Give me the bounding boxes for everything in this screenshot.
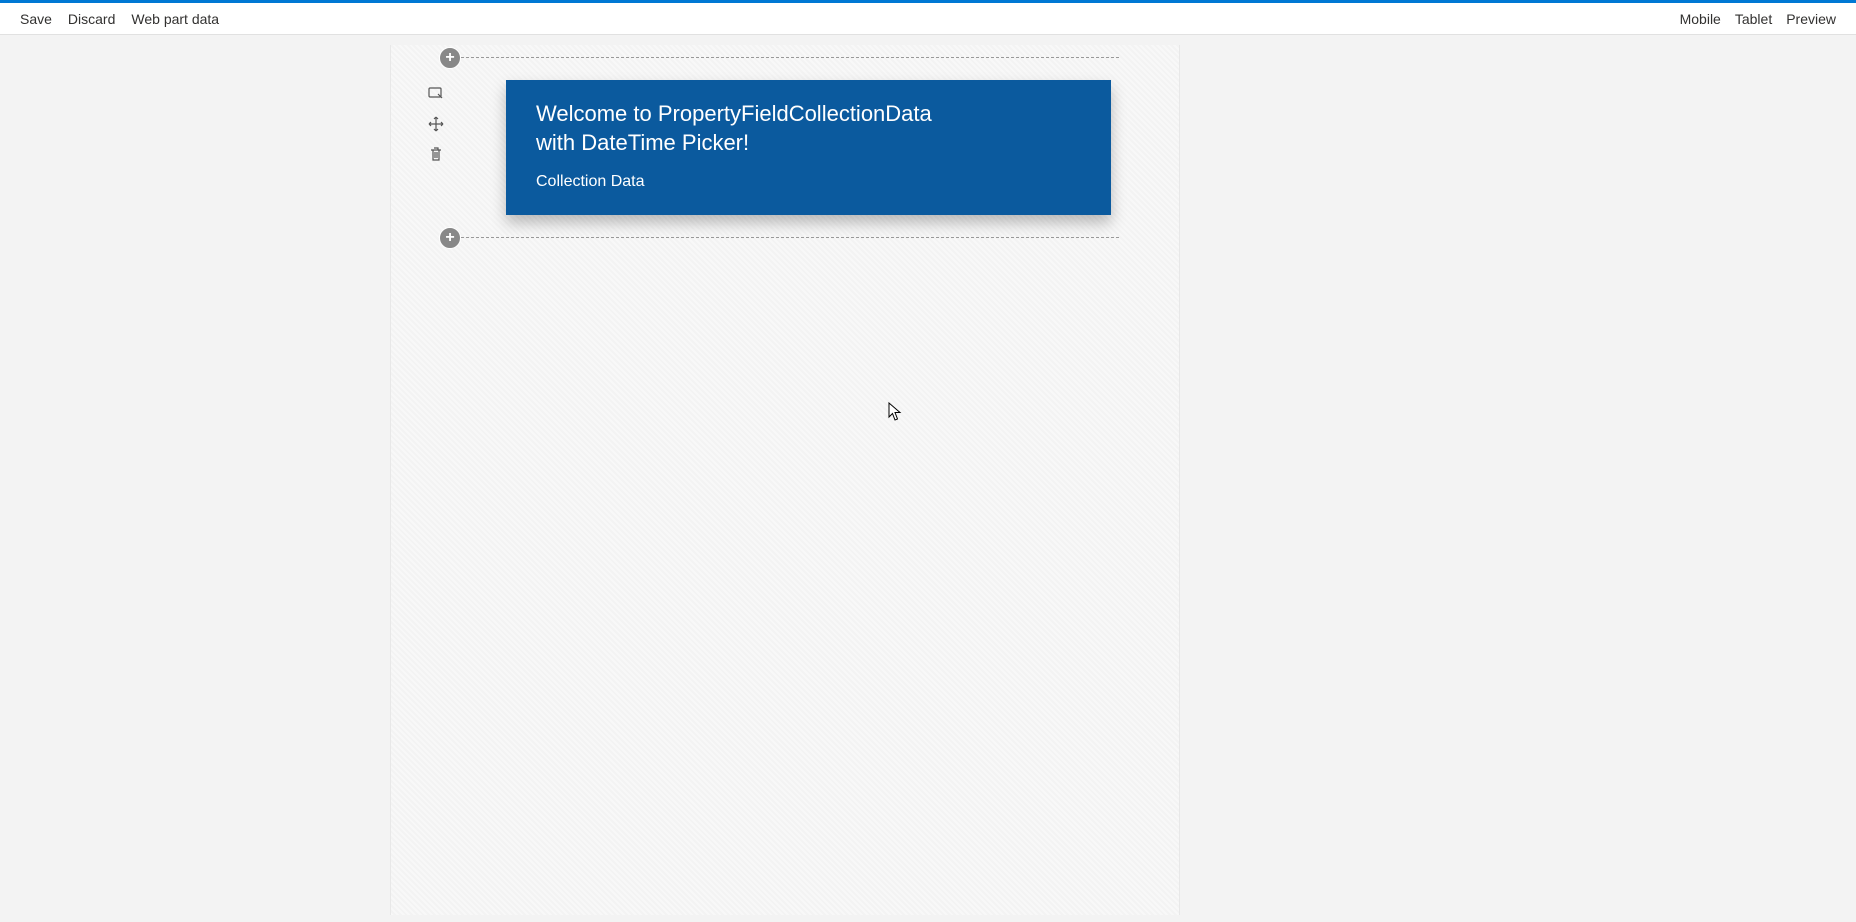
canvas-wrapper: Welcome to PropertyFieldCollectionData w… (0, 35, 1856, 915)
section-divider-top (451, 57, 1119, 58)
mobile-view-button[interactable]: Mobile (1680, 11, 1721, 27)
discard-button[interactable]: Discard (68, 11, 115, 27)
webpart-side-toolbar (421, 80, 451, 215)
command-bar-right: Mobile Tablet Preview (1680, 11, 1836, 27)
webpart-zone: Welcome to PropertyFieldCollectionData w… (391, 70, 1179, 225)
save-button[interactable]: Save (20, 11, 52, 27)
edit-icon[interactable] (428, 86, 444, 102)
webpart-data-button[interactable]: Web part data (131, 11, 219, 27)
webpart-card-wrapper: Welcome to PropertyFieldCollectionData w… (451, 80, 1119, 215)
command-bar: Save Discard Web part data Mobile Tablet… (0, 3, 1856, 35)
section-divider-bottom (451, 237, 1119, 238)
webpart-card[interactable]: Welcome to PropertyFieldCollectionData w… (506, 80, 1111, 215)
preview-button[interactable]: Preview (1786, 11, 1836, 27)
webpart-subtitle: Collection Data (536, 173, 1081, 191)
delete-icon[interactable] (428, 146, 444, 162)
add-section-button-bottom[interactable] (439, 227, 461, 249)
add-section-button-top[interactable] (439, 47, 461, 69)
page-canvas: Welcome to PropertyFieldCollectionData w… (390, 45, 1180, 915)
tablet-view-button[interactable]: Tablet (1735, 11, 1772, 27)
command-bar-left: Save Discard Web part data (20, 11, 219, 27)
webpart-title: Welcome to PropertyFieldCollectionData w… (536, 100, 956, 157)
move-icon[interactable] (428, 116, 444, 132)
